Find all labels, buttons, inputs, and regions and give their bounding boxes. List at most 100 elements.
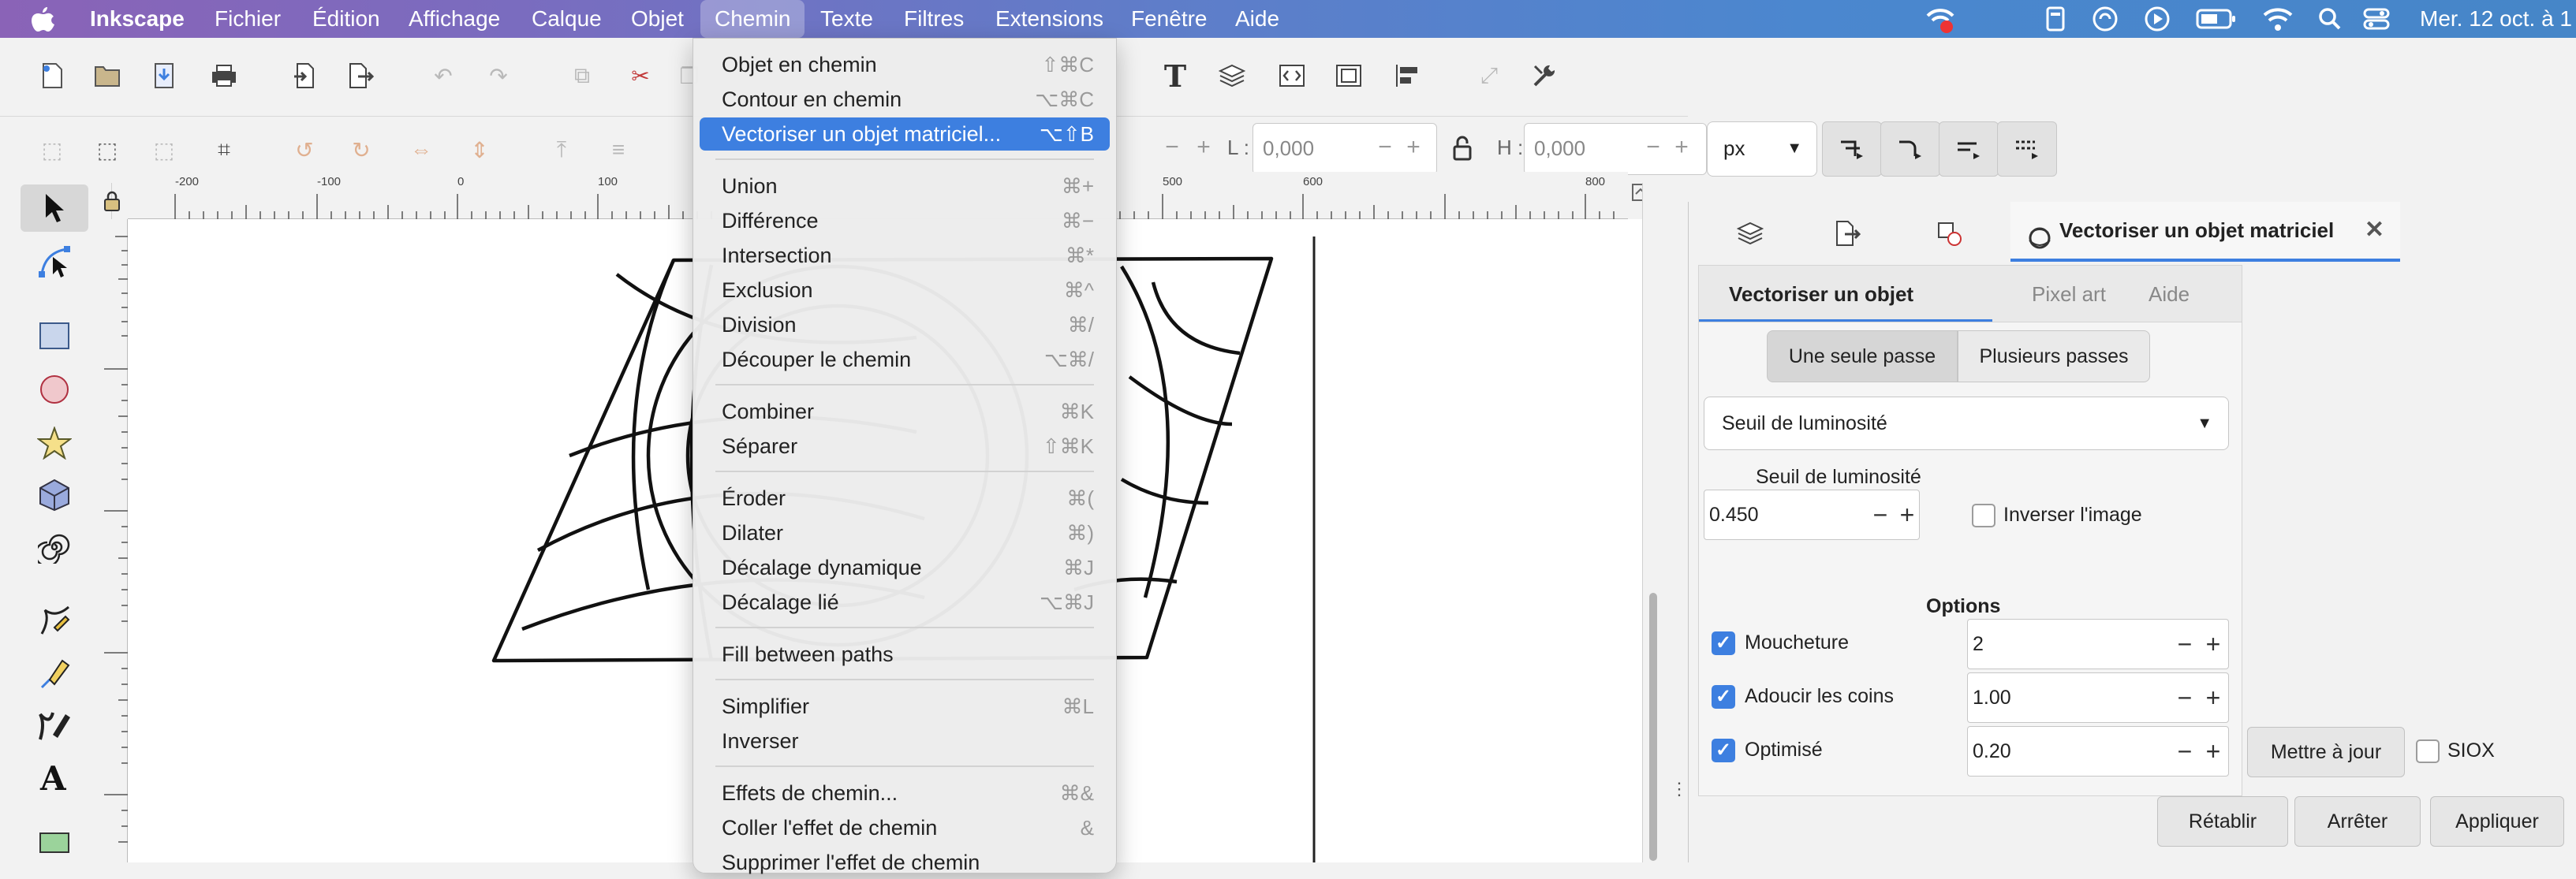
rectangle-tool-icon[interactable] [21,312,88,359]
x-minus-button[interactable]: − [1158,123,1186,173]
panel-resize-handle-icon[interactable]: ⋮ [1671,780,1688,810]
smooth-corners-minus-button[interactable]: − [2171,674,2199,721]
menu-item-paste-path-effect[interactable]: Coller l'effet de chemin & [700,811,1110,844]
raise-icon[interactable]: ≡ [601,132,636,167]
tab-trace-bitmap[interactable]: Vectoriser un objet matriciel [1699,266,1992,363]
unit-select[interactable]: px ▼ [1707,121,1817,177]
menu-item-combine[interactable]: Combiner ⌘K [700,395,1110,428]
move-gradients-button[interactable] [1939,121,1999,177]
new-document-icon[interactable] [35,58,69,93]
trace-bitmap-tab[interactable]: Vectoriser un objet matriciel ✕ [2010,202,2400,262]
height-minus-button[interactable]: − [1639,123,1667,173]
siox-checkbox[interactable] [2416,739,2440,763]
layers-icon[interactable] [1215,58,1249,93]
rotate-cw-icon[interactable]: ↻ [344,132,379,167]
export-icon[interactable] [344,58,379,93]
menu-aide[interactable]: Aide [1235,0,1279,38]
menu-item-outset[interactable]: Dilater ⌘) [700,516,1110,549]
menu-clock[interactable]: Mer. 12 oct. à 1 [2420,0,2572,38]
threshold-minus-button[interactable]: − [1866,491,1895,538]
node-tool-icon[interactable] [21,238,88,285]
layers-tab-icon[interactable] [1728,211,1772,255]
menu-item-fill-between-paths[interactable]: Fill between paths [700,638,1110,671]
open-folder-icon[interactable] [90,58,125,93]
ruler-corner-lock-icon[interactable] [96,183,128,219]
single-scan-button[interactable]: Une seule passe [1767,330,1958,382]
cut-icon[interactable]: ✂ [623,58,658,93]
lock-ratio-icon[interactable] [1445,131,1480,166]
sync-icon[interactable] [2092,0,2119,38]
select-all-layers-icon[interactable]: ⬚ [90,132,125,167]
height-plus-button[interactable]: + [1667,123,1696,173]
preferences-icon[interactable] [1527,58,1562,93]
menu-item-trace-bitmap[interactable]: Vectoriser un objet matriciel... ⌥⇧B [700,117,1110,151]
duplicate-icon[interactable]: ⧉ [565,58,599,93]
menu-item-union[interactable]: Union ⌘+ [700,169,1110,203]
menu-item-reverse[interactable]: Inverser [700,724,1110,758]
stop-button[interactable]: Arrêter [2294,796,2421,847]
menu-fichier[interactable]: Fichier [215,0,281,38]
threshold-plus-button[interactable]: + [1893,491,1921,538]
align-distribute-icon[interactable] [1390,58,1424,93]
menu-item-cut-path[interactable]: Découper le chemin ⌥⌘/ [700,343,1110,376]
menu-item-path-effects[interactable]: Effets de chemin... ⌘& [700,777,1110,810]
export-tab-icon[interactable] [1826,211,1870,255]
menu-extensions[interactable]: Extensions [995,0,1103,38]
pen-tool-icon[interactable] [21,650,88,697]
smooth-corners-plus-button[interactable]: + [2199,674,2227,721]
menu-edition[interactable]: Édition [312,0,380,38]
speckles-plus-button[interactable]: + [2199,620,2227,668]
menu-texte[interactable]: Texte [820,0,873,38]
deselect-icon[interactable]: ⬚ [147,132,181,167]
flip-vertical-icon[interactable]: ⇕ [462,132,497,167]
object-properties-tab-icon[interactable] [1927,211,1971,255]
scale-stroke-button[interactable] [1822,121,1882,177]
3d-box-tool-icon[interactable] [21,471,88,519]
gradient-tool-icon[interactable] [21,818,88,866]
canvas-vertical-scrollbar[interactable] [1642,183,1664,862]
wifi-alert-icon[interactable] [1925,0,1956,38]
pencil-tool-icon[interactable] [21,598,88,645]
menu-item-linked-offset[interactable]: Décalage lié ⌥⌘J [700,586,1110,619]
save-icon[interactable] [147,58,181,93]
menu-item-object-to-path[interactable]: Objet en chemin ⇧⌘C [700,48,1110,81]
invert-image-checkbox[interactable] [1972,504,1995,527]
apply-button[interactable]: Appliquer [2430,796,2564,847]
multiple-scans-button[interactable]: Plusieurs passes [1958,330,2150,382]
text-tool-icon[interactable]: T [1158,58,1193,94]
import-icon[interactable] [287,58,322,93]
detection-mode-select[interactable]: Seuil de luminosité ▼ [1704,397,2229,450]
menu-affichage[interactable]: Affichage [409,0,500,38]
menu-item-exclusion[interactable]: Exclusion ⌘^ [700,274,1110,307]
menu-app-name[interactable]: Inkscape [90,0,185,38]
redo-icon[interactable]: ↷ [481,58,516,93]
tab-pixel-art[interactable]: Pixel art [2032,266,2106,322]
xml-editor-icon[interactable] [1275,58,1309,93]
reset-button[interactable]: Rétablir [2157,796,2288,847]
tab-help[interactable]: Aide [2149,266,2190,322]
width-minus-button[interactable]: − [1371,123,1399,173]
menu-item-remove-path-effect[interactable]: Supprimer l'effet de chemin [700,846,1110,879]
menu-item-stroke-to-path[interactable]: Contour en chemin ⌥⌘C [700,83,1110,116]
battery-icon[interactable] [2196,0,2237,38]
optimize-plus-button[interactable]: + [2199,728,2227,775]
touch-select-icon[interactable]: ⌗ [207,132,241,167]
storage-icon[interactable] [2043,0,2068,38]
scrollbar-thumb[interactable] [1649,593,1657,861]
select-all-icon[interactable]: ⬚ [35,132,69,167]
menu-fenetre[interactable]: Fenêtre [1131,0,1208,38]
wifi-icon[interactable] [2262,0,2294,38]
text-tool-icon-toolbox[interactable]: A [21,754,88,801]
selector-tool-icon[interactable] [21,184,88,232]
scale-corners-button[interactable] [1880,121,1940,177]
raise-to-top-icon[interactable]: ⤒ [544,132,579,167]
width-plus-button[interactable]: + [1399,123,1428,173]
optimize-checkbox[interactable]: ✓ [1712,739,1735,762]
menu-item-dynamic-offset[interactable]: Décalage dynamique ⌘J [700,551,1110,584]
vertical-ruler[interactable] [96,219,128,862]
x-plus-button[interactable]: + [1189,123,1218,173]
calligraphy-tool-icon[interactable] [21,702,88,749]
update-preview-button[interactable]: Mettre à jour [2247,727,2405,777]
menu-item-division[interactable]: Division ⌘/ [700,308,1110,341]
rotate-ccw-icon[interactable]: ↺ [287,132,322,167]
